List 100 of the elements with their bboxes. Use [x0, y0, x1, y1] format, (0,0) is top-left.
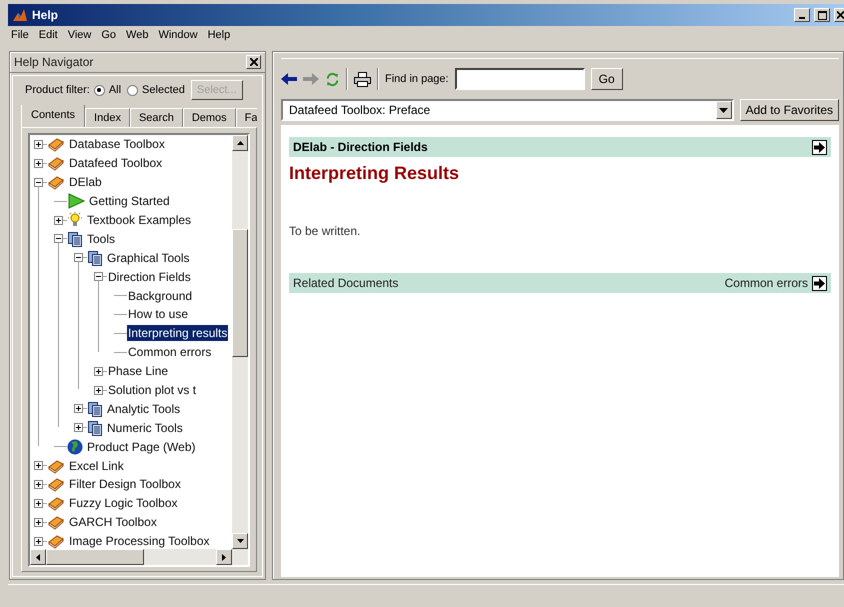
tree-item[interactable]: DElab	[68, 174, 103, 190]
vertical-scrollbar[interactable]	[232, 135, 248, 549]
play-icon	[67, 193, 85, 210]
tree-item[interactable]: Tools	[86, 230, 116, 247]
radio-button[interactable]	[94, 84, 105, 96]
scroll-right-button[interactable]	[216, 549, 232, 565]
radio-label[interactable]: Selected	[142, 84, 185, 96]
menu-item[interactable]: View	[68, 29, 92, 47]
lightbulb-icon	[67, 212, 83, 228]
book-icon	[47, 476, 65, 492]
collapse-toggle[interactable]	[74, 253, 83, 262]
menu-item[interactable]: Go	[101, 29, 116, 47]
tree-item[interactable]: Database Toolbox	[68, 136, 166, 152]
expand-toggle[interactable]	[34, 140, 43, 149]
tree-item[interactable]: GARCH Toolbox	[68, 514, 158, 530]
filter-label: Product filter:	[25, 84, 90, 96]
scroll-thumb[interactable]	[46, 549, 144, 565]
related-label: Related Documents	[293, 276, 398, 290]
find-field[interactable]	[454, 68, 585, 90]
tree-item[interactable]: Textbook Examples	[86, 212, 192, 228]
maximize-button[interactable]	[814, 8, 830, 22]
menu-item[interactable]: Web	[126, 29, 148, 47]
menu-item[interactable]: Window	[158, 29, 198, 47]
maximize-icon	[818, 10, 826, 20]
collapse-toggle[interactable]	[54, 234, 63, 244]
globe-icon	[67, 438, 83, 455]
book-icon	[47, 458, 65, 474]
scroll-left-button[interactable]	[30, 549, 46, 565]
expand-toggle[interactable]	[34, 498, 43, 508]
expand-toggle[interactable]	[74, 423, 83, 432]
tree-item[interactable]: Getting Started	[88, 193, 171, 210]
document-pages-icon	[87, 400, 103, 417]
tab[interactable]: Demos	[182, 108, 236, 127]
tree-item[interactable]: Image Processing Toolbox	[68, 533, 211, 549]
book-icon	[47, 174, 65, 190]
close-icon	[837, 11, 844, 19]
tab[interactable]: Search	[130, 108, 183, 127]
menu-item[interactable]: Edit	[38, 29, 58, 47]
next-page-link[interactable]: Common errors	[724, 276, 808, 290]
document-pages-icon	[87, 420, 103, 436]
radio-label[interactable]: All	[108, 84, 122, 96]
expand-toggle[interactable]	[34, 518, 43, 527]
caret-icon	[719, 108, 728, 112]
page-title: Interpreting Results	[289, 163, 460, 184]
panel-title: Help Navigator	[14, 55, 94, 69]
expand-toggle[interactable]	[34, 461, 43, 470]
tree-item[interactable]: Filter Design Toolbox	[68, 476, 182, 492]
book-icon	[47, 514, 65, 530]
tree-item[interactable]: Background	[127, 288, 194, 304]
expand-toggle[interactable]	[94, 366, 103, 376]
scroll-down-button[interactable]	[232, 533, 248, 549]
tree-item[interactable]: Fuzzy Logic Toolbox	[68, 495, 179, 512]
tree-item[interactable]: Excel Link	[68, 458, 125, 474]
tab[interactable]: Index	[85, 108, 130, 127]
add-to-favorites-button[interactable]: Add to Favorites	[740, 99, 839, 121]
tree-item[interactable]: Direction Fields	[107, 268, 192, 285]
expand-toggle[interactable]	[94, 386, 103, 395]
tree-item[interactable]: How to use	[127, 306, 190, 322]
tree-item[interactable]: Interpreting results	[127, 325, 228, 342]
tree-item[interactable]: Numeric Tools	[106, 420, 184, 436]
close-button[interactable]	[834, 8, 844, 22]
tree-item[interactable]: Datafeed Toolbox	[68, 155, 164, 172]
tab[interactable]: Contents	[21, 105, 86, 127]
up-arrow-icon	[236, 141, 244, 145]
expand-toggle[interactable]	[54, 216, 63, 224]
minimize-button[interactable]	[794, 8, 810, 22]
tree-item[interactable]: Analytic Tools	[106, 400, 182, 417]
find-label: Find in page:	[385, 73, 449, 85]
app-icon	[12, 7, 28, 23]
expand-toggle[interactable]	[34, 158, 43, 168]
expand-toggle[interactable]	[34, 480, 43, 489]
left-arrow-icon	[36, 554, 40, 560]
next-arrow-icon[interactable]	[812, 276, 827, 290]
book-icon	[47, 533, 65, 549]
radio-button[interactable]	[127, 84, 138, 96]
go-button[interactable]: Go	[590, 68, 623, 90]
document-pages-icon	[67, 230, 83, 247]
tree-item[interactable]: Product Page (Web)	[86, 438, 196, 455]
scroll-thumb[interactable]	[232, 229, 248, 357]
expand-toggle[interactable]	[74, 404, 83, 414]
print-icon[interactable]	[354, 72, 371, 86]
menu-item[interactable]: Help	[208, 29, 230, 47]
close-button[interactable]	[246, 55, 261, 69]
tree-item[interactable]: Common errors	[127, 344, 212, 360]
book-icon	[47, 155, 65, 172]
collapse-toggle[interactable]	[94, 272, 103, 282]
collapse-toggle[interactable]	[34, 178, 43, 187]
right-arrow-icon	[222, 554, 226, 560]
next-arrow-icon[interactable]	[812, 140, 827, 154]
tree-item[interactable]: Phase Line	[107, 363, 170, 380]
tree-item[interactable]: Graphical Tools	[106, 250, 190, 266]
window-title: Help	[32, 8, 58, 22]
down-arrow-icon	[236, 539, 244, 543]
menu-item[interactable]: File	[11, 29, 29, 47]
tree-item[interactable]: Solution plot vs t	[107, 382, 198, 398]
scroll-up-button[interactable]	[232, 135, 248, 151]
page-text: To be written.	[289, 224, 362, 238]
page-dropdown[interactable]: Datafeed Toolbox: Preface	[281, 99, 734, 121]
back-arrow-icon[interactable]	[281, 72, 297, 86]
expand-toggle[interactable]	[34, 536, 43, 546]
